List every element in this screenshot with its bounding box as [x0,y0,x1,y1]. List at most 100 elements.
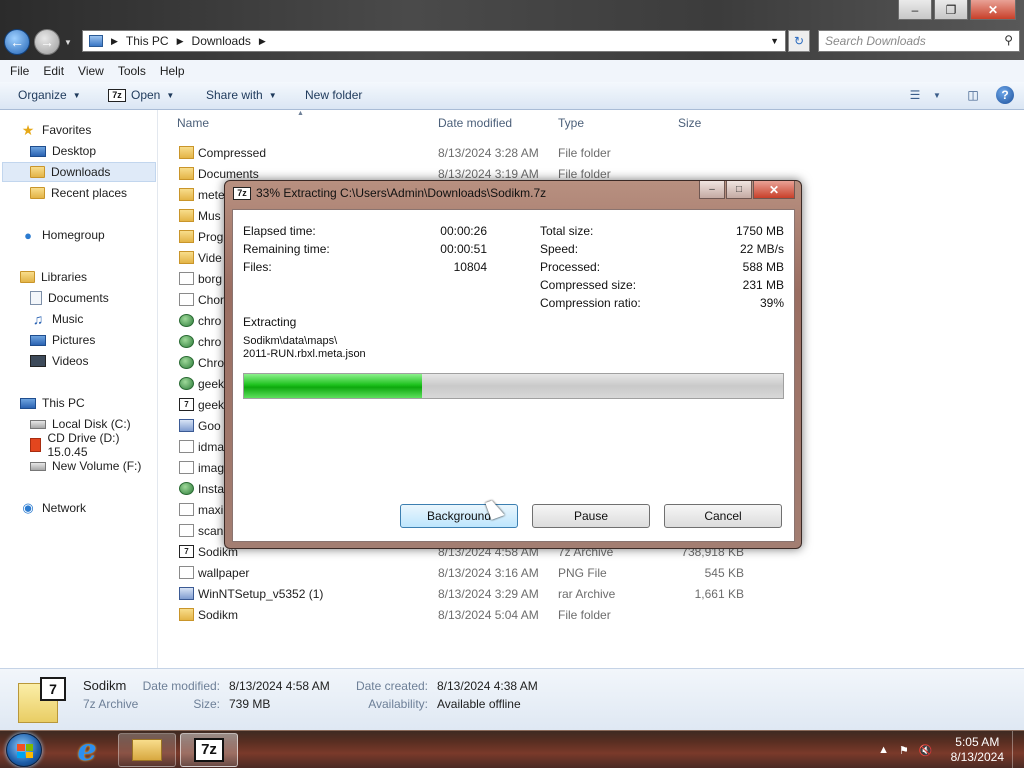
nav-thispc[interactable]: This PC [20,393,85,413]
nav-label: Libraries [41,270,88,284]
file-name: idma [198,440,225,454]
nav-favorites[interactable]: ★ Favorites [20,120,92,140]
file-file-icon [179,524,194,537]
start-button[interactable] [6,733,42,767]
view-options-icon[interactable]: ☰ [906,87,924,103]
file-size: 1,661 KB [694,587,744,601]
show-desktop-button[interactable] [1012,731,1024,768]
preview-pane-icon[interactable]: ◫ [964,87,982,103]
breadcrumb-separator-icon: ▶ [258,35,266,46]
search-icon[interactable]: ⚲ [1004,33,1013,47]
chevron-down-icon: ▼ [72,90,81,100]
processed-label: Processed: [540,260,601,274]
homegroup-icon: ● [24,227,32,243]
file-name: maxi [198,503,224,517]
details-filename: Sodikm [83,678,127,693]
elapsed-time-label: Elapsed time: [243,224,316,238]
nav-libraries[interactable]: Libraries [20,267,87,287]
new-folder-button[interactable]: New folder [305,88,362,102]
search-placeholder: Search Downloads [825,34,926,48]
organize-button[interactable]: Organize ▼ [18,88,81,102]
pictures-icon [30,334,46,346]
open-button[interactable]: 7z Open ▼ [108,88,174,102]
menu-edit[interactable]: Edit [43,64,64,78]
menu-view[interactable]: View [78,64,104,78]
desktop-icon [30,145,46,157]
table-row[interactable]: WinNTSetup_v5352 (1) 8/13/2024 3:29 AM rar… [159,583,759,604]
column-header-name[interactable]: Name [177,116,209,130]
back-button[interactable]: ← [4,29,30,55]
nav-new-volume[interactable]: New Volume (F:) [30,456,141,476]
taskbar-file-explorer[interactable] [118,733,176,767]
address-dropdown-icon[interactable]: ▼ [770,36,779,46]
dialog-close-button[interactable]: ✕ [753,181,795,199]
column-header-size[interactable]: Size [678,116,701,130]
table-row[interactable]: wallpaper 8/13/2024 3:16 AM PNG File 545 KB [159,562,759,583]
menu-file[interactable]: File [10,64,29,78]
action-center-flag-icon[interactable]: ⚑ [899,744,909,757]
progress-fill [244,374,422,398]
nav-pictures[interactable]: Pictures [30,330,95,350]
address-bar[interactable]: ▶ This PC ▶ Downloads ▶ ▼ [82,30,786,52]
forward-button[interactable]: → [34,29,60,55]
share-with-button[interactable]: Share with ▼ [206,88,277,102]
hard-drive-icon [30,419,46,429]
table-row[interactable]: Sodikm 8/13/2024 5:04 AM File folder [159,604,759,625]
menu-help[interactable]: Help [160,64,185,78]
nav-network[interactable]: ◉ Network [20,498,86,518]
table-row[interactable]: Compressed 8/13/2024 3:28 AM File folder [159,142,759,163]
close-button[interactable]: ✕ [970,0,1016,20]
round-file-icon [179,482,194,495]
files-value: 10804 [453,260,487,274]
clock[interactable]: 5:05 AM 8/13/2024 [951,735,1004,765]
taskbar-7zip[interactable]: 7z [180,733,238,767]
file-date: 8/13/2024 3:28 AM [438,146,539,160]
clock-time: 5:05 AM [955,735,1000,749]
cancel-button[interactable]: Cancel [664,504,782,528]
extract-progress-dialog: 7z 33% Extracting C:\Users\Admin\Downloa… [224,180,802,549]
show-hidden-icons-icon[interactable]: ▲ [878,744,889,756]
recent-pages-chevron-icon[interactable]: ▼ [64,38,72,47]
chevron-down-icon: ▼ [166,90,175,100]
nav-desktop[interactable]: Desktop [30,141,96,161]
refresh-icon[interactable]: ↻ [788,30,810,52]
details-date-modified: 8/13/2024 4:58 AM [229,679,330,693]
chevron-down-icon[interactable]: ▼ [928,87,946,103]
computer-icon [20,397,36,409]
nav-cd-drive[interactable]: CD Drive (D:) 15.0.45 [30,431,157,459]
nav-videos[interactable]: Videos [30,351,88,371]
star-icon: ★ [21,121,35,138]
search-input[interactable]: Search Downloads ⚲ [818,30,1020,52]
nav-documents[interactable]: Documents [30,288,109,308]
details-date-created-label: Date created: [355,679,428,693]
nav-label: Network [42,501,87,515]
dialog-maximize-button[interactable]: □ [726,181,752,199]
taskbar-internet-explorer[interactable]: e [58,733,116,768]
speed-label: Speed: [540,242,579,256]
file-name: geek [198,398,225,412]
maximize-button[interactable]: ❐ [934,0,968,20]
minimize-button[interactable]: – [898,0,932,20]
file-name: chro [198,314,222,328]
nav-recent-places[interactable]: Recent places [30,183,127,203]
column-header-date[interactable]: Date modified [438,116,512,130]
nav-music[interactable]: ♫ Music [30,309,84,329]
file-name: scan [198,524,224,538]
nav-label: CD Drive (D:) 15.0.45 [47,431,120,459]
menu-tools[interactable]: Tools [118,64,146,78]
nav-label: Videos [52,354,89,368]
dialog-caption-buttons: – □ ✕ [698,181,795,199]
libraries-icon [20,271,35,283]
nav-downloads[interactable]: Downloads [2,162,156,182]
dialog-body: Elapsed time: 00:00:26 Remaining time: 0… [232,209,795,542]
breadcrumb-downloads[interactable]: Downloads [192,34,251,48]
pause-button[interactable]: Pause [532,504,650,528]
nav-homegroup[interactable]: ● Homegroup [20,225,105,245]
dialog-minimize-button[interactable]: – [699,181,725,199]
help-icon[interactable]: ? [996,86,1014,104]
breadcrumb-thispc[interactable]: This PC [126,34,169,48]
speaker-muted-icon[interactable]: 🔇 [919,744,933,757]
details-pane: 7 Sodikm 7z Archive Date modified: 8/13/… [0,668,1024,730]
column-header-type[interactable]: Type [558,116,584,130]
remaining-time-value: 00:00:51 [440,242,487,256]
